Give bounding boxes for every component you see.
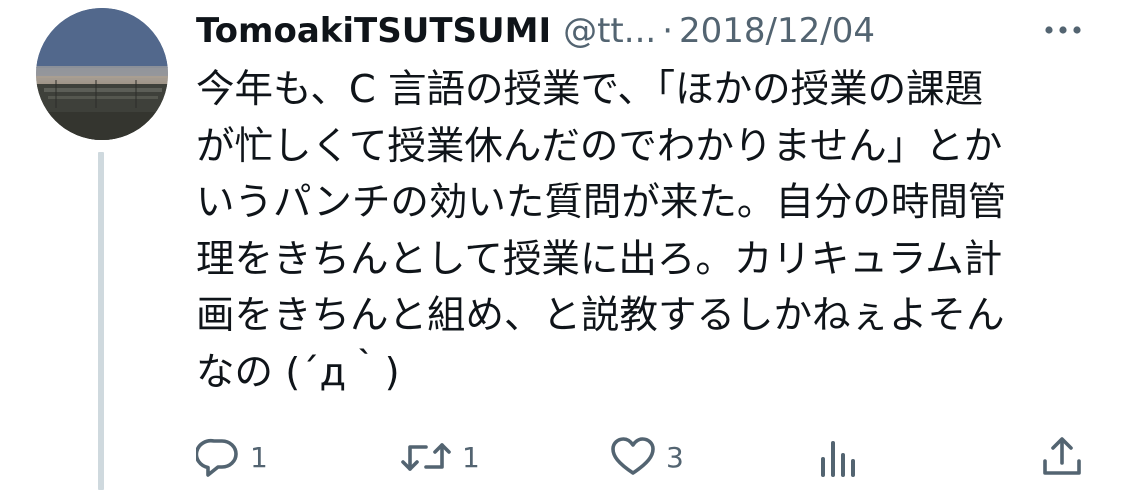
user-handle[interactable]: @tt... (563, 11, 656, 51)
like-button[interactable]: 3 (610, 430, 684, 484)
tweet-text-line: 理をきちんとして授業に出ろ。カリキュラム計 (196, 236, 1003, 282)
avatar[interactable] (36, 8, 168, 140)
reply-icon (196, 435, 240, 479)
retweet-button[interactable]: 1 (400, 430, 480, 484)
display-name[interactable]: TomoakiTSUTSUMI (196, 11, 551, 51)
tweet-text: 今年も、C 言語の授業で、「ほかの授業の課題 が忙しくて授業休んだのでわかりませ… (196, 62, 1096, 401)
retweet-count: 1 (462, 440, 480, 474)
reply-button[interactable]: 1 (196, 430, 268, 484)
tweet-date[interactable]: 2018/12/04 (679, 11, 875, 51)
tweet-header: TomoakiTSUTSUMI @tt... · 2018/12/04 (196, 8, 875, 54)
tweet-text-line: 画をきちんと組め、と説教するしかねぇよそん (196, 293, 1005, 338)
reply-count: 1 (250, 440, 268, 474)
avatar-photo (36, 8, 168, 140)
share-icon (1040, 435, 1084, 479)
retweet-icon (400, 435, 452, 479)
action-bar: 1 1 3 (196, 430, 1096, 484)
analytics-icon (816, 435, 860, 479)
thread-line (98, 152, 104, 490)
tweet-text-line: が忙しくて授業休んだのでわかりません」とか (196, 123, 1003, 169)
tweet-text-line: なの (´д｀) (196, 349, 400, 395)
tweet-text-line: いうパンチの効いた質問が来た。自分の時間管 (196, 180, 1007, 225)
separator-dot: · (662, 11, 673, 51)
share-button[interactable] (1040, 430, 1084, 484)
like-count: 3 (666, 440, 684, 474)
more-options-icon[interactable] (1040, 18, 1086, 42)
analytics-button[interactable] (816, 430, 860, 484)
heart-icon (610, 435, 656, 479)
tweet-text-line: 今年も、C 言語の授業で、「ほかの授業の課題 (196, 67, 984, 112)
